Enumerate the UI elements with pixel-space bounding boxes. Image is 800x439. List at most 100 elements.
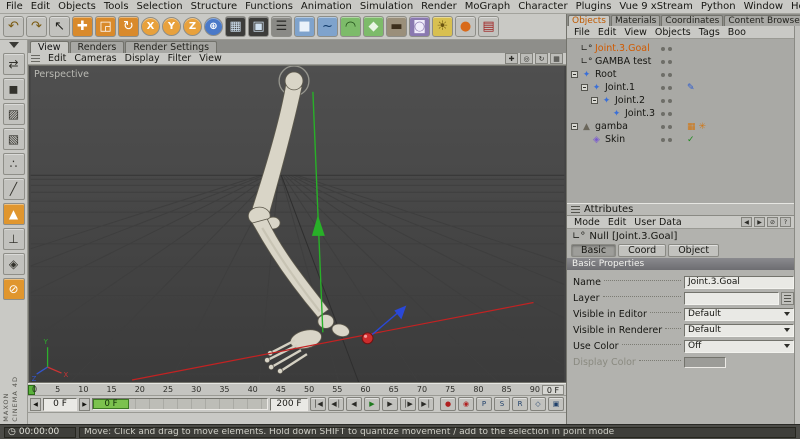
- texture-tag-icon[interactable]: ✳: [699, 122, 707, 132]
- viewport-menu-item[interactable]: Cameras: [70, 53, 120, 64]
- record-scale-toggle[interactable]: S: [494, 397, 510, 411]
- menu-item[interactable]: Animation: [297, 1, 356, 12]
- goto-start-button[interactable]: │◀: [310, 397, 326, 411]
- object-axis-icon[interactable]: ⊥: [2, 228, 25, 250]
- tree-row[interactable]: ▲ gamba ▦ ✳: [567, 120, 800, 133]
- tree-row[interactable]: ✦ Joint.2: [567, 94, 800, 107]
- lock-workplane-icon[interactable]: ⊘: [2, 278, 25, 300]
- y-axis-button[interactable]: Y: [162, 17, 181, 36]
- visible-in-renderer-dropdown[interactable]: Default: [684, 323, 794, 337]
- library-icon[interactable]: ▤: [478, 16, 499, 37]
- menu-item[interactable]: Render: [417, 1, 461, 12]
- snap-icon[interactable]: ◈: [2, 253, 25, 275]
- spline-pen-icon[interactable]: ~: [317, 16, 338, 37]
- attributes-tab[interactable]: Basic: [571, 244, 617, 257]
- tree-label[interactable]: GAMBA test: [593, 56, 651, 67]
- section-header[interactable]: Basic Properties: [567, 258, 800, 270]
- collapse-expander-icon[interactable]: [571, 123, 578, 130]
- menu-item[interactable]: Simulation: [356, 1, 417, 12]
- frame-up-icon[interactable]: ▶: [79, 397, 90, 411]
- tree-row[interactable]: ✦ Joint.1 ✎: [567, 81, 800, 94]
- prev-frame-button[interactable]: ◀: [346, 397, 362, 411]
- scale-tool-icon[interactable]: ◲: [95, 16, 116, 37]
- attributes-tab[interactable]: Object: [668, 244, 720, 257]
- visibility-toggles[interactable]: [661, 46, 672, 51]
- menu-item[interactable]: Edit: [27, 1, 54, 12]
- current-frame-field[interactable]: 0 F: [43, 397, 77, 411]
- record-pla-toggle[interactable]: ▣: [548, 397, 564, 411]
- select-tool-icon[interactable]: ↖: [49, 16, 70, 37]
- tree-row[interactable]: ✦ Joint.3: [567, 107, 800, 120]
- view-label[interactable]: Perspective: [34, 69, 89, 80]
- render-settings-icon[interactable]: ☰: [271, 16, 292, 37]
- camera-icon[interactable]: ◙: [409, 16, 430, 37]
- viewport-menu-item[interactable]: View: [195, 53, 226, 64]
- weights-tag-icon[interactable]: ▦: [687, 122, 696, 132]
- collapse-expander-icon[interactable]: [581, 84, 588, 91]
- nurbs-icon[interactable]: ◠: [340, 16, 361, 37]
- visibility-toggles[interactable]: [661, 111, 672, 116]
- pan-view-icon[interactable]: ✚: [505, 53, 518, 64]
- scrollbar[interactable]: [794, 26, 800, 424]
- modifier-icon[interactable]: ◆: [363, 16, 384, 37]
- timeline-ruler[interactable]: 0 5 10 15 20 25 30 35 40 45 50 55 60 65 70 75 80 85 90 0 F: [28, 383, 566, 396]
- menu-item[interactable]: Help: [787, 1, 800, 12]
- slider-handle[interactable]: 0 F: [93, 399, 129, 409]
- visibility-toggles[interactable]: [661, 72, 672, 77]
- attributes-menu-item[interactable]: Mode: [570, 217, 604, 228]
- autokey-button[interactable]: ◉: [458, 397, 474, 411]
- record-rotation-toggle[interactable]: R: [512, 397, 528, 411]
- menu-item[interactable]: MoGraph: [461, 1, 514, 12]
- tree-label[interactable]: Joint.3: [623, 108, 655, 119]
- model-mode-icon[interactable]: ◼: [2, 78, 25, 100]
- manager-tab[interactable]: Materials: [611, 15, 661, 26]
- object-manager-menu-item[interactable]: Boo: [724, 27, 750, 38]
- object-manager-menu-item[interactable]: Edit: [594, 27, 620, 38]
- edge-mode-icon[interactable]: ╱: [2, 178, 25, 200]
- panel-menu-icon[interactable]: [31, 54, 40, 63]
- polygon-mode-icon[interactable]: ▲: [2, 203, 25, 225]
- next-frame-button[interactable]: ▶: [382, 397, 398, 411]
- render-picture-viewer-icon[interactable]: ▣: [248, 16, 269, 37]
- undo-icon[interactable]: ↶: [3, 16, 24, 37]
- visibility-toggles[interactable]: [661, 124, 672, 129]
- visibility-toggles[interactable]: [661, 59, 672, 64]
- layer-browser-icon[interactable]: [781, 291, 794, 305]
- range-end-field[interactable]: 200 F: [270, 397, 308, 411]
- render-view-icon[interactable]: ▦: [225, 16, 246, 37]
- manager-tab[interactable]: Objects: [568, 15, 611, 26]
- tree-label[interactable]: Joint.2: [613, 95, 645, 106]
- next-key-button[interactable]: │▶: [400, 397, 416, 411]
- visibility-toggles[interactable]: [661, 85, 672, 90]
- menu-item[interactable]: Selection: [133, 1, 187, 12]
- make-editable-icon[interactable]: ⇄: [2, 53, 25, 75]
- menu-item[interactable]: Character: [514, 1, 571, 12]
- goto-end-button[interactable]: ▶│: [418, 397, 434, 411]
- collapse-expander-icon[interactable]: [571, 71, 578, 78]
- tree-label[interactable]: Skin: [603, 134, 625, 145]
- play-button[interactable]: ▶: [364, 397, 380, 411]
- floor-object-icon[interactable]: ▬: [386, 16, 407, 37]
- move-tool-icon[interactable]: ✚: [72, 16, 93, 37]
- z-axis-button[interactable]: Z: [183, 17, 202, 36]
- coordinate-system-icon[interactable]: ⊕: [204, 17, 223, 36]
- ik-tag-icon[interactable]: ✎: [687, 83, 695, 93]
- record-keyframe-button[interactable]: ●: [440, 397, 456, 411]
- attributes-menu-item[interactable]: Edit: [604, 217, 630, 228]
- record-parameter-toggle[interactable]: ◇: [530, 397, 546, 411]
- rotate-tool-icon[interactable]: ↻: [118, 16, 139, 37]
- tree-label[interactable]: Joint.3.Goal: [593, 43, 650, 54]
- tree-row[interactable]: ∟° GAMBA test: [567, 55, 800, 68]
- menu-item[interactable]: Window: [740, 1, 787, 12]
- layer-input[interactable]: [684, 291, 779, 305]
- history-back-icon[interactable]: ◀: [741, 217, 752, 227]
- object-manager-menu-item[interactable]: View: [620, 27, 651, 38]
- viewport-menu-item[interactable]: Display: [121, 53, 164, 64]
- attributes-tab[interactable]: Coord: [618, 244, 667, 257]
- tree-row[interactable]: ✦ Root: [567, 68, 800, 81]
- toggle-views-icon[interactable]: ▦: [550, 53, 563, 64]
- viewport-menu-item[interactable]: Edit: [44, 53, 70, 64]
- redo-icon[interactable]: ↷: [26, 16, 47, 37]
- texture-mode-icon[interactable]: ▨: [2, 103, 25, 125]
- tree-label[interactable]: Root: [593, 69, 617, 80]
